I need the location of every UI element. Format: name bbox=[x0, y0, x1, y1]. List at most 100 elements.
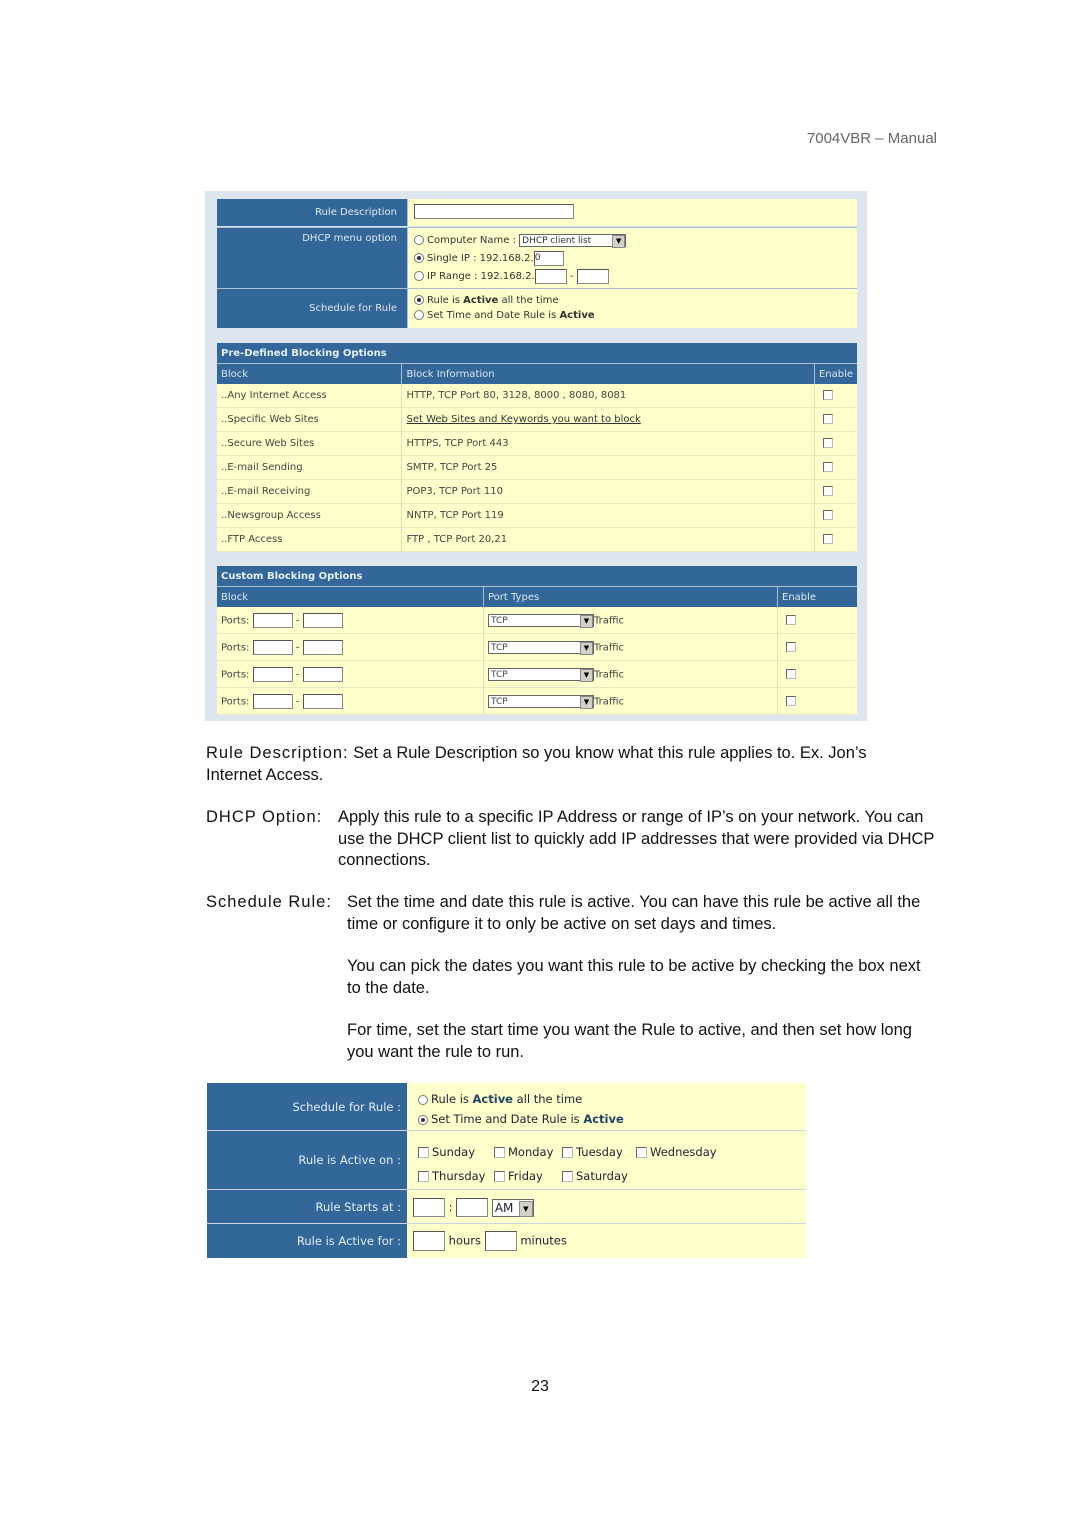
enable-checkbox[interactable] bbox=[822, 390, 833, 400]
block-info-text: HTTPS, TCP Port 443 bbox=[406, 438, 509, 449]
day-checkbox[interactable] bbox=[636, 1147, 647, 1158]
day-checkbox[interactable] bbox=[418, 1171, 429, 1182]
block-info-text: NNTP, TCP Port 119 bbox=[406, 510, 504, 521]
schedule-set-option[interactable]: Set Time and Date Rule is Active bbox=[414, 308, 857, 323]
ip-range-end-input[interactable] bbox=[576, 268, 609, 284]
enable-checkbox[interactable] bbox=[822, 414, 833, 424]
enable-checkbox[interactable] bbox=[822, 462, 833, 472]
block-name: ..Newsgroup Access bbox=[217, 503, 403, 528]
schedule-always-radio[interactable] bbox=[418, 1094, 428, 1105]
schedule-set-radio[interactable] bbox=[414, 310, 424, 320]
schedule-rule-text-1: Set the time and date this rule is activ… bbox=[347, 893, 921, 933]
ip-range-separator: - bbox=[569, 271, 574, 282]
port-from-input[interactable] bbox=[252, 666, 293, 682]
schedule-form-screenshot: Schedule for Rule : Rule is Active all t… bbox=[207, 1083, 806, 1258]
day-checkbox[interactable] bbox=[562, 1171, 573, 1182]
single-ip-radio[interactable] bbox=[414, 253, 424, 263]
start-minute-input[interactable] bbox=[456, 1198, 489, 1217]
custom-row: Ports: - TCP ▼ Traffic bbox=[217, 660, 857, 688]
day-checkbox[interactable] bbox=[562, 1147, 573, 1158]
port-type-select[interactable]: TCP ▼ bbox=[488, 694, 594, 709]
schedule-always-radio[interactable] bbox=[414, 295, 424, 305]
chevron-down-icon: ▼ bbox=[612, 234, 626, 248]
day-label: Sunday bbox=[432, 1145, 476, 1159]
chevron-down-icon: ▼ bbox=[580, 668, 593, 682]
active-minutes-input[interactable] bbox=[484, 1231, 517, 1251]
block-name: ..E-mail Receiving bbox=[217, 479, 403, 504]
set-web-sites-link[interactable]: Set Web Sites and Keywords you want to b… bbox=[406, 414, 640, 425]
schedule-label: Schedule for Rule bbox=[217, 289, 408, 328]
time-separator: : bbox=[448, 1200, 453, 1214]
day-checkbox[interactable] bbox=[494, 1147, 505, 1158]
active-hours-input[interactable] bbox=[413, 1231, 445, 1251]
schedule-always-option[interactable]: Rule is Active all the time bbox=[418, 1089, 806, 1109]
block-name: ..Any Internet Access bbox=[217, 384, 403, 408]
custom-blocking-table: Custom Blocking Options Block Port Types… bbox=[217, 566, 857, 715]
rule-description-term: Rule Description: bbox=[206, 744, 349, 762]
port-to-input[interactable] bbox=[302, 612, 343, 628]
enable-checkbox[interactable] bbox=[822, 486, 833, 496]
page-number: 23 bbox=[531, 1378, 549, 1395]
active-for-row: Rule is Active for : hours minutes bbox=[207, 1224, 806, 1258]
dhcp-client-list-select[interactable]: DHCP client list ▼ bbox=[519, 233, 627, 248]
day-option[interactable]: Thursday bbox=[418, 1164, 494, 1188]
custom-row: Ports: - TCP ▼ Traffic bbox=[217, 687, 857, 715]
port-from-input[interactable] bbox=[252, 693, 293, 709]
port-from-input[interactable] bbox=[252, 612, 293, 628]
ports-label: Ports: bbox=[221, 669, 250, 680]
port-to-input[interactable] bbox=[302, 639, 343, 655]
port-from-input[interactable] bbox=[252, 639, 293, 655]
block-name: ..Specific Web Sites bbox=[217, 407, 403, 432]
enable-checkbox[interactable] bbox=[822, 438, 833, 448]
port-to-input[interactable] bbox=[302, 693, 343, 709]
day-checkbox[interactable] bbox=[418, 1147, 429, 1158]
enable-checkbox[interactable] bbox=[786, 614, 796, 625]
col-port-types: Port Types bbox=[483, 586, 778, 607]
schedule-set-option[interactable]: Set Time and Date Rule is Active bbox=[418, 1109, 806, 1129]
active-for-label: Rule is Active for : bbox=[207, 1224, 407, 1258]
ampm-select[interactable]: AM ▼ bbox=[491, 1198, 534, 1217]
port-to-input[interactable] bbox=[302, 666, 343, 682]
block-information[interactable]: Set Web Sites and Keywords you want to b… bbox=[401, 407, 815, 432]
rule-starts-label: Rule Starts at : bbox=[207, 1190, 407, 1223]
port-type-select[interactable]: TCP ▼ bbox=[488, 613, 594, 628]
day-label: Saturday bbox=[576, 1169, 628, 1183]
ip-range-radio[interactable] bbox=[414, 271, 424, 281]
schedule-always-option[interactable]: Rule is Active all the time bbox=[414, 293, 857, 308]
day-option[interactable]: Sunday bbox=[418, 1140, 494, 1164]
dhcp-option-text: Apply this rule to a specific IP Address… bbox=[338, 808, 935, 869]
schedule-rule-text-2: You can pick the dates you want this rul… bbox=[347, 957, 921, 997]
enable-checkbox[interactable] bbox=[786, 695, 796, 706]
day-option[interactable]: Monday bbox=[494, 1140, 562, 1164]
ports-label: Ports: bbox=[221, 642, 250, 653]
enable-checkbox[interactable] bbox=[786, 641, 796, 652]
col-block-information: Block Information bbox=[401, 363, 815, 384]
start-hour-input[interactable] bbox=[413, 1198, 445, 1217]
enable-checkbox[interactable] bbox=[822, 534, 833, 544]
port-type-select[interactable]: TCP ▼ bbox=[488, 667, 594, 682]
computer-name-radio[interactable] bbox=[414, 235, 424, 245]
day-checkbox[interactable] bbox=[494, 1171, 505, 1182]
enable-checkbox[interactable] bbox=[786, 668, 796, 679]
block-info-text: SMTP, TCP Port 25 bbox=[406, 462, 498, 473]
schedule-set-radio[interactable] bbox=[418, 1114, 428, 1125]
custom-row: Ports: - TCP ▼ Traffic bbox=[217, 633, 857, 661]
rule-description-label: Rule Description bbox=[217, 199, 408, 226]
block-info-text: FTP , TCP Port 20,21 bbox=[406, 534, 508, 545]
rule-description-input[interactable] bbox=[414, 204, 574, 219]
block-info-text: HTTP, TCP Port 80, 3128, 8000 , 8080, 80… bbox=[406, 390, 627, 401]
traffic-label: Traffic bbox=[594, 642, 625, 653]
block-information: FTP , TCP Port 20,21 bbox=[401, 527, 815, 552]
day-option[interactable]: Tuesday bbox=[562, 1140, 636, 1164]
port-type-select[interactable]: TCP ▼ bbox=[488, 640, 594, 655]
col-enable: Enable bbox=[814, 363, 857, 384]
single-ip-input[interactable]: 0 bbox=[533, 250, 564, 266]
day-option[interactable]: Friday bbox=[494, 1164, 562, 1188]
enable-checkbox[interactable] bbox=[822, 510, 833, 520]
block-information: HTTPS, TCP Port 443 bbox=[401, 431, 815, 456]
ip-range-start-input[interactable] bbox=[534, 268, 567, 284]
day-option[interactable]: Wednesday bbox=[636, 1140, 726, 1164]
day-option[interactable]: Saturday bbox=[562, 1164, 652, 1188]
port-separator: - bbox=[295, 669, 300, 680]
predefined-blocking-table: Pre-Defined Blocking Options Block Block… bbox=[217, 343, 857, 552]
